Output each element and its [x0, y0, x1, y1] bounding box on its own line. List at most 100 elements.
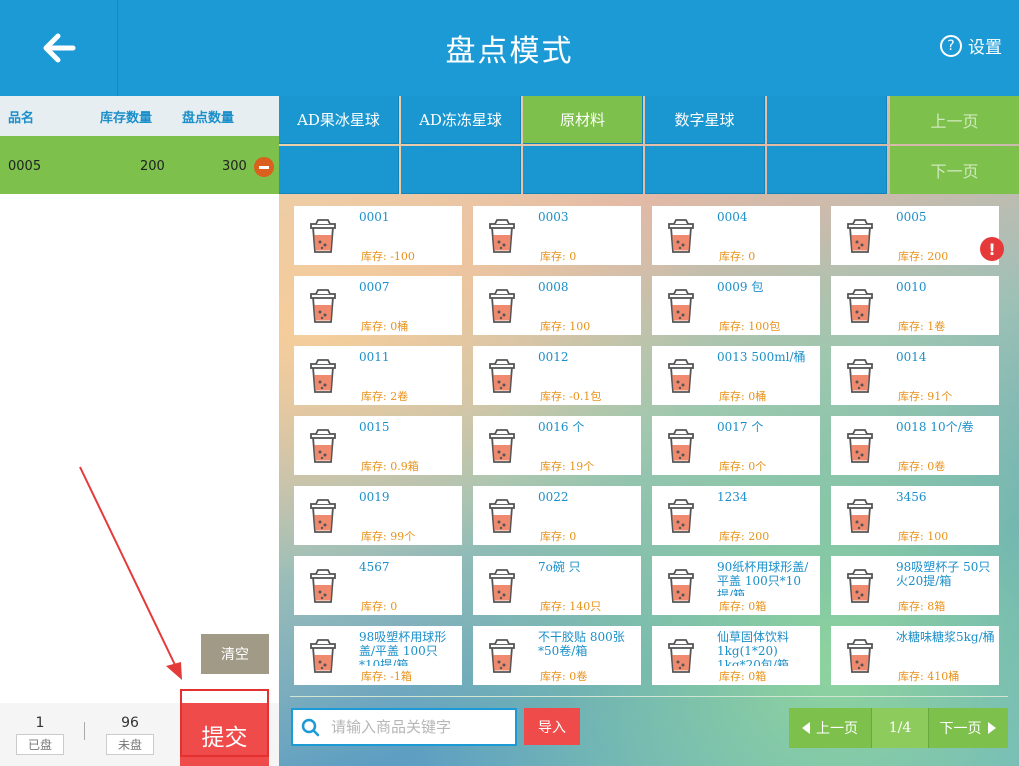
category-prev-button[interactable]: 上一页 — [890, 96, 1019, 144]
stock-value: 0个 — [748, 460, 767, 473]
stock-value: 99个 — [390, 530, 416, 543]
product-card[interactable]: 98吸塑杯用球形盖/平盖 100只*10提/箱 库存: -1箱 — [294, 626, 462, 685]
product-card[interactable]: 0011 库存: 2卷 — [294, 346, 462, 405]
product-card[interactable]: 0001 库存: -100 — [294, 206, 462, 265]
product-card[interactable]: 0012 库存: -0.1包 — [473, 346, 641, 405]
product-stock: 库存: 100包 — [719, 318, 780, 334]
product-name: 0010 — [896, 280, 927, 294]
product-card[interactable]: 4567 库存: 0 — [294, 556, 462, 615]
product-name: 0017 个 — [717, 420, 764, 434]
product-card[interactable]: 0022 库存: 0 — [473, 486, 641, 545]
product-name: 0007 — [359, 280, 390, 294]
product-card[interactable]: 0014 库存: 91个 — [831, 346, 999, 405]
cup-icon — [666, 289, 696, 327]
product-name: 0015 — [359, 420, 390, 434]
product-card[interactable]: 不干胶贴 800张*50卷/箱 库存: 0卷 — [473, 626, 641, 685]
product-name: 0001 — [359, 210, 390, 224]
clear-button[interactable]: 清空 — [201, 634, 269, 674]
category-tab[interactable]: 原材料 — [523, 96, 643, 144]
cup-icon — [308, 219, 338, 257]
category-tab[interactable]: 数字星球 — [645, 96, 765, 144]
product-card[interactable]: 0010 库存: 1卷 — [831, 276, 999, 335]
product-card[interactable]: 冰糖味糖浆5kg/桶 库存: 410桶 — [831, 626, 999, 685]
pager-prev-button[interactable]: 上一页 — [789, 708, 871, 748]
stock-prefix: 库存: — [898, 670, 924, 683]
submit-button[interactable]: 提交 — [180, 703, 269, 766]
product-card[interactable]: 0007 库存: 0桶 — [294, 276, 462, 335]
product-card[interactable]: 1234 库存: 200 — [652, 486, 820, 545]
category-tab[interactable] — [645, 146, 765, 194]
product-stock: 库存: 100 — [898, 528, 948, 544]
product-stock: 库存: 0个 — [719, 458, 766, 474]
product-name: 3456 — [896, 490, 927, 504]
stock-value: 0卷 — [569, 670, 588, 683]
product-card[interactable]: 0003 库存: 0 — [473, 206, 641, 265]
search-box[interactable] — [291, 708, 517, 746]
product-card[interactable]: 仙草固体饮料1kg(1*20) 1kg*20包/箱 库存: 0箱 — [652, 626, 820, 685]
category-tab[interactable] — [279, 146, 399, 194]
cup-icon — [666, 219, 696, 257]
column-stock: 库存数量 — [100, 111, 153, 126]
product-card[interactable]: 3456 库存: 100 — [831, 486, 999, 545]
stock-value: 100 — [927, 530, 949, 543]
product-card[interactable]: 98吸塑杯子 50只火20提/箱库存: 8箱 — [831, 556, 999, 615]
cup-icon — [487, 639, 517, 677]
cup-icon — [666, 499, 696, 537]
product-stock: 库存: 0桶 — [719, 388, 766, 404]
product-name: 仙草固体饮料1kg(1*20) 1kg*20包/箱 — [717, 630, 790, 666]
stock-prefix: 库存: — [898, 390, 924, 403]
product-card[interactable]: 0013 500ml/桶 库存: 0桶 — [652, 346, 820, 405]
stock-value: 91个 — [927, 390, 953, 403]
stock-prefix: 库存: — [719, 600, 745, 613]
product-card[interactable]: 0008 库存: 100 — [473, 276, 641, 335]
category-tab[interactable] — [767, 146, 887, 194]
count-list-row[interactable]: 0005 200 300 — [0, 136, 279, 194]
product-name: 98吸塑杯子 50只火20提/箱 — [896, 560, 991, 588]
product-pager: 上一页 1/4 下一页 — [789, 708, 1008, 748]
stock-value: 0 — [390, 600, 398, 613]
product-card[interactable]: 0015 库存: 0.9箱 — [294, 416, 462, 475]
stock-prefix: 库存: — [540, 390, 566, 403]
product-name: 不干胶贴 800张*50卷/箱 — [538, 630, 625, 658]
search-input[interactable] — [329, 717, 513, 737]
product-card[interactable]: 0018 10个/卷 库存: 0卷 — [831, 416, 999, 475]
column-name: 品名 — [8, 111, 35, 126]
cup-icon — [308, 569, 338, 607]
stock-value: 0桶 — [748, 390, 767, 403]
category-next-button[interactable]: 下一页 — [890, 146, 1019, 194]
product-name: 0009 包 — [717, 280, 764, 294]
product-card[interactable]: 7o碗 只库存: 140只 — [473, 556, 641, 615]
stock-prefix: 库存: — [719, 670, 745, 683]
stock-prefix: 库存: — [540, 250, 566, 263]
stock-prefix: 库存: — [719, 320, 745, 333]
product-stock: 库存: -100 — [361, 248, 415, 264]
settings-button[interactable]: ? 设置 — [940, 33, 1002, 58]
product-card[interactable]: 0009 包库存: 100包 — [652, 276, 820, 335]
category-tab[interactable] — [401, 146, 521, 194]
product-card[interactable]: 0016 个库存: 19个 — [473, 416, 641, 475]
stock-value: 100包 — [748, 320, 781, 333]
category-tab[interactable]: AD果冰星球 — [279, 96, 399, 144]
cup-icon — [845, 499, 875, 537]
product-card[interactable]: 90纸杯用球形盖/平盖 100只*10提/箱 库存: 0箱 — [652, 556, 820, 615]
product-card[interactable]: 0019 库存: 99个 — [294, 486, 462, 545]
count-list-body — [0, 194, 279, 703]
stock-prefix: 库存: — [719, 530, 745, 543]
pager-next-button[interactable]: 下一页 — [927, 708, 1008, 748]
product-card[interactable]: 0017 个库存: 0个 — [652, 416, 820, 475]
stock-value: 410桶 — [927, 670, 960, 683]
product-stock: 库存: 2卷 — [361, 388, 408, 404]
remove-row-icon[interactable] — [254, 157, 274, 177]
column-count: 盘点数量 — [182, 111, 235, 126]
product-stock: 库存: 200 — [898, 248, 948, 264]
product-stock: 库存: 0 — [361, 598, 397, 614]
product-stock: 库存: 8箱 — [898, 598, 945, 614]
product-card[interactable]: 0005 库存: 200 — [831, 206, 999, 265]
product-card[interactable]: 0004 库存: 0 — [652, 206, 820, 265]
category-tab[interactable] — [767, 96, 887, 144]
category-tab[interactable] — [523, 146, 643, 194]
counted-stat: 1 已盘 — [16, 715, 64, 755]
import-button[interactable]: 导入 — [524, 708, 580, 745]
category-tab[interactable]: AD冻冻星球 — [401, 96, 521, 144]
stock-value: 0箱 — [748, 600, 767, 613]
